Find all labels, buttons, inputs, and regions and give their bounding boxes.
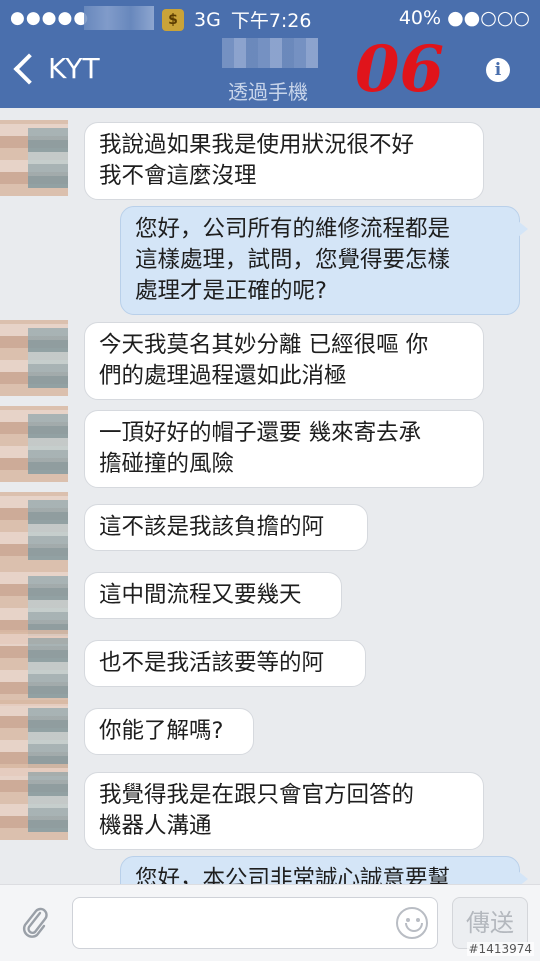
money-bag-icon: $ [162,8,184,31]
message-text: 你能了解嗎? [99,718,224,744]
paperclip-icon[interactable] [20,905,50,941]
status-center: $ 3G 下午7:26 [162,6,311,33]
carrier-name-blurred [84,6,154,30]
info-icon[interactable]: i [486,58,510,82]
emoji-icon[interactable] [396,907,428,939]
avatar [0,764,68,840]
avatar [0,406,68,482]
message-list[interactable]: 我說過如果我是使用狀況很不好 我不會這麼沒理 您好，公司所有的維修流程都是 這樣… [0,108,540,884]
header-subtitle: 透過手機 [228,80,308,104]
message-bubble[interactable]: 一頂好好的帽子還要 幾來寄去承 擔碰撞的風險 [84,410,484,488]
message-bubble[interactable]: 我覺得我是在跟只會官方回答的 機器人溝通 [84,772,484,850]
message-text: 我覺得我是在跟只會官方回答的 機器人溝通 [99,782,415,839]
network-type: 3G [194,8,221,31]
message-bubble[interactable]: 這中間流程又要幾天 [84,572,342,619]
avatar [0,492,68,568]
message-bubble[interactable]: 這不該是我該負擔的阿 [84,504,368,551]
handwritten-number-overlay: 06 [355,32,445,107]
message-text: 也不是我活該要等的阿 [99,650,325,676]
watermark: #1413974 [466,942,534,956]
message-bubble[interactable]: 也不是我活該要等的阿 [84,640,366,687]
message-bubble[interactable]: 你能了解嗎? [84,708,254,755]
message-text: 您好，公司所有的維修流程都是 這樣處理，試問，您覺得要怎樣 處理才是正確的呢? [135,216,451,304]
battery-indicator: 40% ●●○○○ [398,7,530,29]
back-label: KYT [48,52,100,85]
message-text: 您好，本公司非常誠心誠意要幫 [135,866,451,884]
status-bar: ●●●●● $ 3G 下午7:26 40% ●●○○○ [0,0,540,36]
message-text: 這中間流程又要幾天 [99,582,302,608]
message-text: 我說過如果我是使用狀況很不好 我不會這麼沒理 [99,132,415,189]
avatar [0,630,68,706]
chat-header: KYT 透過手機 06 i [0,36,540,108]
status-time: 下午7:26 [230,10,312,32]
message-text: 一頂好好的帽子還要 幾來寄去承 擔碰撞的風險 [99,420,422,477]
chevron-left-icon [13,52,45,85]
contact-name-blurred [222,38,318,68]
avatar [0,320,68,396]
message-bubble[interactable]: 今天我莫名其妙分離 已經很嘔 你 們的處理過程還如此消極 [84,322,484,400]
message-bubble[interactable]: 您好，公司所有的維修流程都是 這樣處理，試問，您覺得要怎樣 處理才是正確的呢? [120,206,528,315]
message-text: 今天我莫名其妙分離 已經很嘔 你 們的處理過程還如此消極 [99,332,429,389]
status-right: 40% ●●○○○ [399,7,530,29]
message-bubble[interactable]: 您好，本公司非常誠心誠意要幫 [120,856,528,884]
back-button[interactable]: KYT [12,52,100,85]
message-input-bar: 傳送 [0,884,540,961]
avatar [0,120,68,196]
signal-strength-icon: ●●●●● [10,8,90,28]
message-input[interactable] [72,897,438,949]
message-text: 這不該是我該負擔的阿 [99,514,325,540]
message-bubble[interactable]: 我說過如果我是使用狀況很不好 我不會這麼沒理 [84,122,484,200]
